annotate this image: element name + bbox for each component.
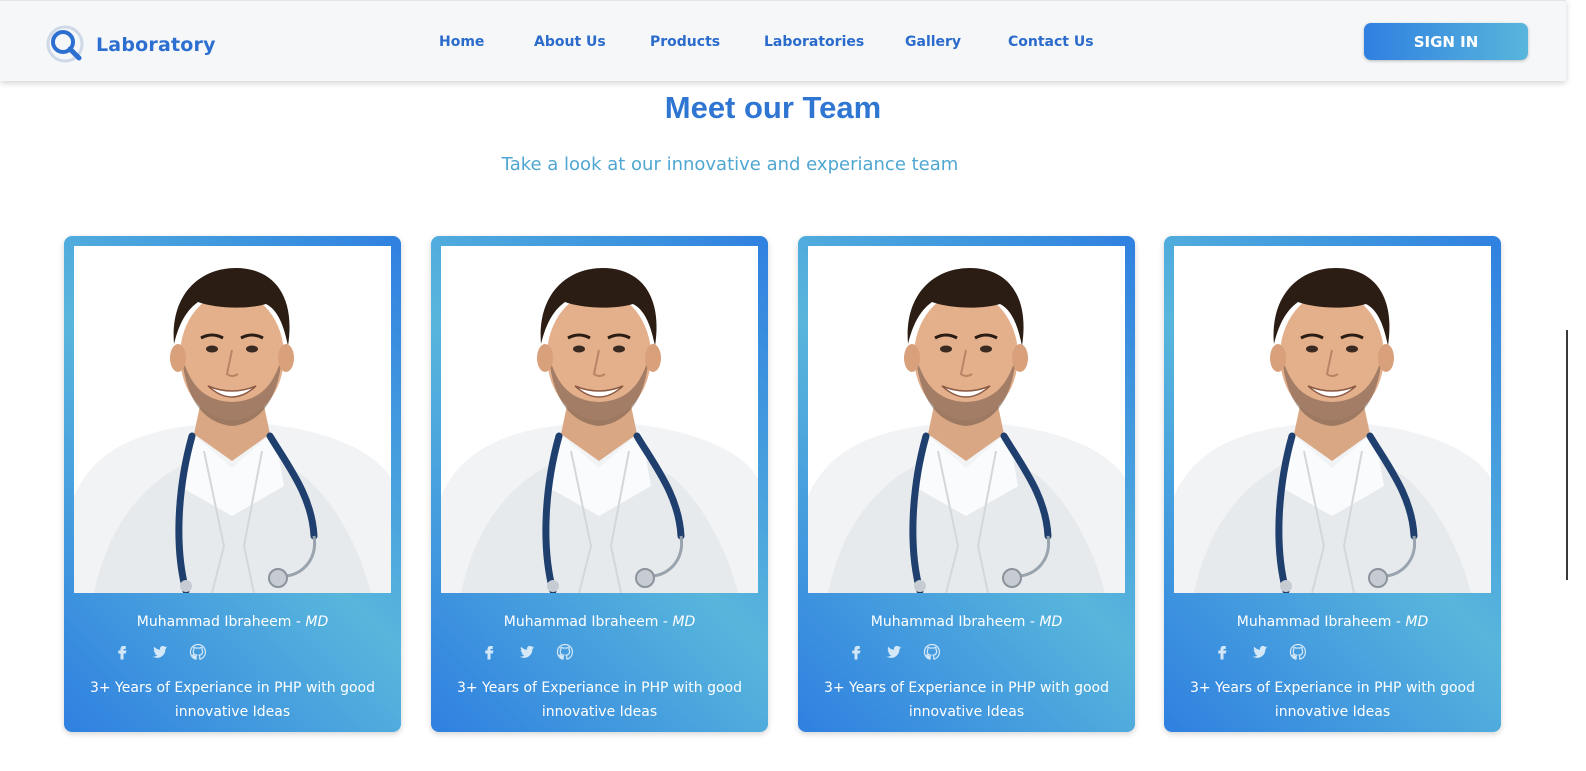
name-separator: - xyxy=(658,614,673,630)
team-member-photo xyxy=(1174,246,1491,593)
nav-contact-us-link[interactable]: Contact Us xyxy=(1008,34,1094,50)
github-icon[interactable] xyxy=(1286,642,1310,662)
doctor-photo-image xyxy=(441,246,758,593)
doctor-photo-image xyxy=(808,246,1125,593)
team-member-description: 3+ Years of Experiance in PHP with good … xyxy=(456,680,743,720)
name-separator: - xyxy=(1025,614,1040,630)
github-icon[interactable] xyxy=(920,642,944,662)
team-member-photo xyxy=(441,246,758,593)
section-title: Meet our Team xyxy=(664,90,882,125)
team-member-title: MD xyxy=(672,614,696,630)
social-links xyxy=(110,642,210,662)
team-member-description: 3+ Years of Experiance in PHP with good … xyxy=(89,680,376,720)
facebook-icon[interactable] xyxy=(844,642,868,662)
team-member-name-line: Muhammad Ibraheem - MD xyxy=(798,614,1135,630)
nav-gallery-link[interactable]: Gallery xyxy=(905,34,961,50)
facebook-icon[interactable] xyxy=(110,642,134,662)
team-card: Muhammad Ibraheem - MD 3+ Years of Exper… xyxy=(64,236,401,732)
doctor-photo-image xyxy=(1174,246,1491,593)
team-member-description: 3+ Years of Experiance in PHP with good … xyxy=(823,680,1110,720)
twitter-icon[interactable] xyxy=(882,642,906,662)
team-card: Muhammad Ibraheem - MD 3+ Years of Exper… xyxy=(798,236,1135,732)
sign-in-button[interactable]: SIGN IN xyxy=(1364,23,1528,60)
name-separator: - xyxy=(291,614,306,630)
scrollbar-edge xyxy=(1566,330,1568,580)
team-member-name-line: Muhammad Ibraheem - MD xyxy=(64,614,401,630)
team-member-title: MD xyxy=(1405,614,1429,630)
nav-laboratories-link[interactable]: Laboratories xyxy=(764,34,864,50)
team-member-description: 3+ Years of Experiance in PHP with good … xyxy=(1189,680,1476,720)
team-member-name: Muhammad Ibraheem xyxy=(136,614,292,630)
twitter-icon[interactable] xyxy=(1248,642,1272,662)
magnifier-logo-icon xyxy=(46,25,84,63)
doctor-photo-image xyxy=(74,246,391,593)
twitter-icon[interactable] xyxy=(515,642,539,662)
team-member-name-line: Muhammad Ibraheem - MD xyxy=(1164,614,1501,630)
nav-about-us-link[interactable]: About Us xyxy=(534,34,606,50)
section-subtitle: Take a look at our innovative and experi… xyxy=(501,154,959,175)
social-links xyxy=(1210,642,1310,662)
team-member-name: Muhammad Ibraheem xyxy=(503,614,659,630)
team-member-title: MD xyxy=(305,614,329,630)
team-member-photo xyxy=(808,246,1125,593)
team-card: Muhammad Ibraheem - MD 3+ Years of Exper… xyxy=(1164,236,1501,732)
facebook-icon[interactable] xyxy=(477,642,501,662)
nav-home-link[interactable]: Home xyxy=(439,34,484,50)
team-member-name: Muhammad Ibraheem xyxy=(1236,614,1392,630)
facebook-icon[interactable] xyxy=(1210,642,1234,662)
name-separator: - xyxy=(1391,614,1406,630)
team-member-name-line: Muhammad Ibraheem - MD xyxy=(431,614,768,630)
nav-products-link[interactable]: Products xyxy=(650,34,720,50)
brand-name: Laboratory xyxy=(96,34,216,56)
team-member-title: MD xyxy=(1039,614,1063,630)
social-links xyxy=(844,642,944,662)
github-icon[interactable] xyxy=(553,642,577,662)
team-card: Muhammad Ibraheem - MD 3+ Years of Exper… xyxy=(431,236,768,732)
team-member-name: Muhammad Ibraheem xyxy=(870,614,1026,630)
team-member-photo xyxy=(74,246,391,593)
github-icon[interactable] xyxy=(186,642,210,662)
navbar: Laboratory Home About Us Products Labora… xyxy=(0,0,1566,81)
social-links xyxy=(477,642,577,662)
twitter-icon[interactable] xyxy=(148,642,172,662)
brand-logo-link[interactable]: Laboratory xyxy=(46,25,216,65)
